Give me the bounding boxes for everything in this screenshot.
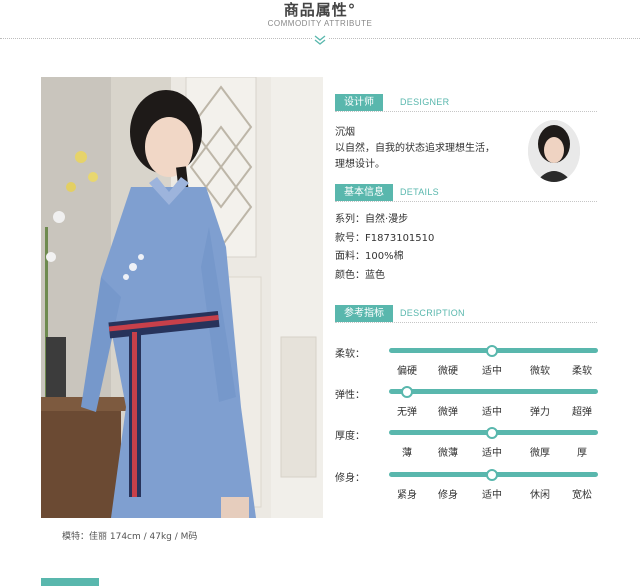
- details-divider: [335, 201, 597, 202]
- scale-option: 微硬: [438, 366, 458, 377]
- scale-knob: [486, 468, 498, 481]
- scale-knob: [486, 426, 498, 439]
- scale-option: 紧身: [397, 490, 417, 501]
- designer-name: 沉烟: [335, 127, 355, 138]
- details-label: 基本信息: [335, 184, 393, 201]
- scale-option: 超弹: [572, 407, 592, 418]
- section-title: 商品属性°: [283, 1, 357, 19]
- designer-label: 设计师: [335, 94, 383, 111]
- scale-option: 休闲: [530, 490, 550, 501]
- next-section-label: [41, 578, 99, 586]
- scale-option: 宽松: [572, 490, 592, 501]
- designer-label-en: DESIGNER: [400, 97, 450, 107]
- scale-option: 微软: [530, 366, 550, 377]
- scale-option: 弹力: [530, 407, 550, 418]
- description-label-en: DESCRIPTION: [400, 308, 465, 318]
- product-photo: [41, 77, 323, 518]
- scale-option: 偏硬: [397, 366, 417, 377]
- scale-option: 修身: [438, 490, 458, 501]
- scale-knob: [486, 344, 498, 357]
- designer-motto-line2: 理想设计。: [335, 159, 385, 170]
- scale-option: 厚: [577, 448, 587, 459]
- scale-label: 厚度：: [335, 431, 365, 442]
- description-divider: [335, 322, 597, 323]
- designer-divider: [335, 111, 597, 112]
- detail-fabric: 面料：100%棉: [335, 251, 404, 262]
- scale-option: 微薄: [438, 448, 458, 459]
- scale-option: 微弹: [438, 407, 458, 418]
- model-caption: 模特：佳丽 174cm / 47kg / M码: [62, 532, 198, 542]
- scale-option: 适中: [482, 490, 502, 501]
- scale-label: 柔软：: [335, 349, 365, 360]
- scale-option: 无弹: [397, 407, 417, 418]
- scale-option: 适中: [482, 448, 502, 459]
- detail-color: 颜色：蓝色: [335, 270, 385, 281]
- section-subtitle: COMMODITY ATTRIBUTE: [267, 19, 373, 28]
- designer-avatar: [528, 120, 580, 182]
- detail-style-number: 款号：F1873101510: [335, 233, 435, 244]
- scale-label: 弹性：: [335, 390, 365, 401]
- scale-option: 柔软: [572, 366, 592, 377]
- chevron-down-icon: [312, 34, 328, 46]
- scale-track: [389, 389, 598, 394]
- scale-option: 适中: [482, 407, 502, 418]
- description-label: 参考指标: [335, 305, 393, 322]
- scale-label: 修身：: [335, 473, 365, 484]
- scale-knob: [401, 385, 413, 398]
- detail-series: 系列：自然·漫步: [335, 214, 409, 225]
- scale-option: 适中: [482, 366, 502, 377]
- scale-option: 薄: [402, 448, 412, 459]
- designer-motto-line1: 以自然，自我的状态追求理想生活，: [335, 143, 495, 154]
- scale-option: 微厚: [530, 448, 550, 459]
- details-label-en: DETAILS: [400, 187, 439, 197]
